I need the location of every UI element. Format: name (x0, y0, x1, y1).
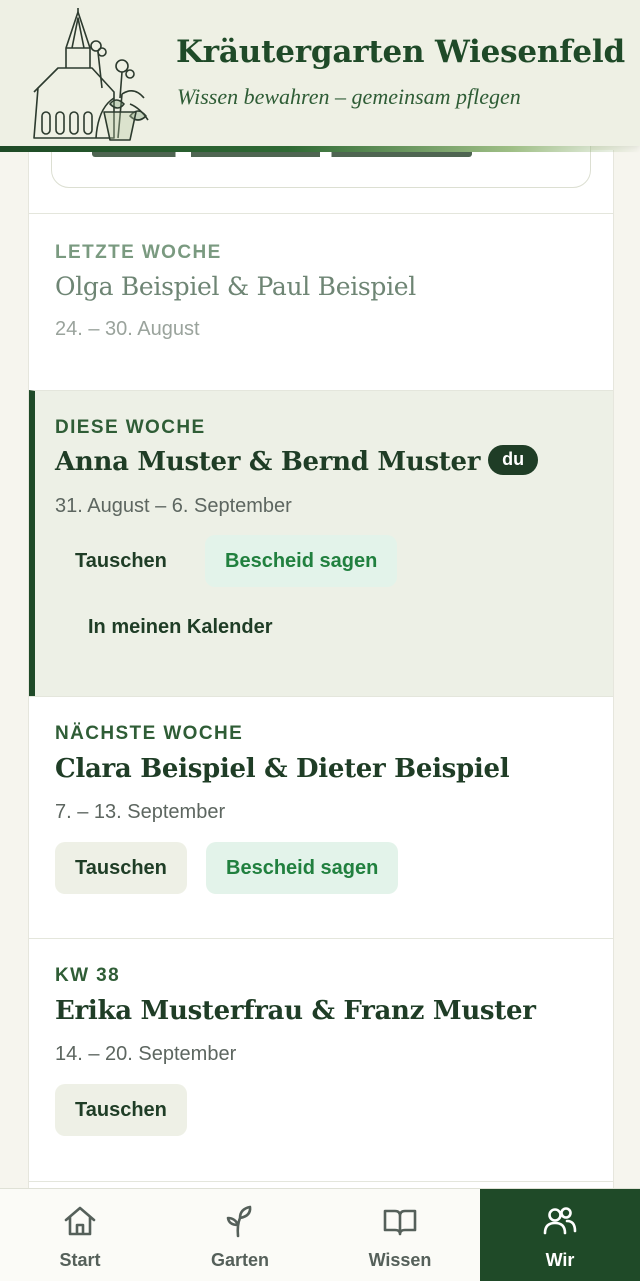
date-range: 7. – 13. September (55, 801, 226, 823)
nav-item-garten[interactable]: Garten (160, 1189, 320, 1281)
assignee-names: Anna Muster & Bernd Muster (55, 447, 481, 477)
swap-button[interactable]: Tauschen (55, 535, 187, 587)
assignee-names-row: Anna Muster & Bernd Muster du (55, 445, 539, 478)
week-label: DIESE WOCHE (55, 417, 206, 438)
home-icon (64, 1206, 96, 1236)
chapel-herb-logo-icon (33, 8, 149, 141)
people-icon (543, 1207, 577, 1235)
rotation-entry-last-week: LETZTE WOCHE Olga Beispiel & Paul Beispi… (29, 213, 613, 390)
date-range: 14. – 20. September (55, 1043, 237, 1065)
site-subtitle: Wissen bewahren – gemeinsam pflegen (177, 84, 521, 109)
week-label: NÄCHSTE WOCHE (55, 723, 244, 744)
swap-button[interactable]: Tauschen (55, 842, 187, 894)
nav-label: Start (59, 1250, 101, 1270)
nav-label: Wissen (368, 1250, 432, 1270)
nav-label: Wir (545, 1250, 575, 1270)
assignee-names: Erika Musterfrau & Franz Muster (55, 996, 536, 1026)
nav-label: Garten (210, 1250, 270, 1270)
week-label: LETZTE WOCHE (55, 242, 222, 263)
book-icon (383, 1209, 417, 1236)
rotation-entry-this-week: DIESE WOCHE Anna Muster & Bernd Muster du… (29, 390, 613, 696)
date-range: 31. August – 6. September (55, 495, 292, 517)
assignee-names: Olga Beispiel & Paul Beispiel (55, 272, 417, 301)
rotation-list[interactable]: LETZTE WOCHE Olga Beispiel & Paul Beispi… (28, 110, 614, 1190)
add-to-calendar-button[interactable]: In meinen Kalender (68, 601, 293, 653)
rotation-entry-next-week: NÄCHSTE WOCHE Clara Beispiel & Dieter Be… (29, 696, 613, 938)
app-header: Kräutergarten Wiesenfeld Wissen bewahren… (0, 0, 640, 146)
sprout-icon (226, 1205, 252, 1238)
site-title: Kräutergarten Wiesenfeld (176, 34, 625, 70)
header-divider (0, 146, 640, 152)
rotation-entry-kw38: KW 38 Erika Musterfrau & Franz Muster 14… (29, 938, 613, 1181)
week-label: KW 38 (55, 965, 121, 986)
notify-button[interactable]: Bescheid sagen (206, 842, 399, 894)
swap-button[interactable]: Tauschen (55, 1084, 187, 1136)
assignee-names: Clara Beispiel & Dieter Beispiel (55, 754, 510, 784)
nav-item-wir[interactable]: Wir (480, 1189, 640, 1281)
bottom-navigation: Start Garten Wissen Wir (0, 1188, 640, 1281)
date-range: 24. – 30. August (55, 318, 200, 340)
nav-item-wissen[interactable]: Wissen (320, 1189, 480, 1281)
nav-item-start[interactable]: Start (0, 1189, 160, 1281)
you-badge: du (488, 445, 539, 475)
notify-button[interactable]: Bescheid sagen (205, 535, 398, 587)
